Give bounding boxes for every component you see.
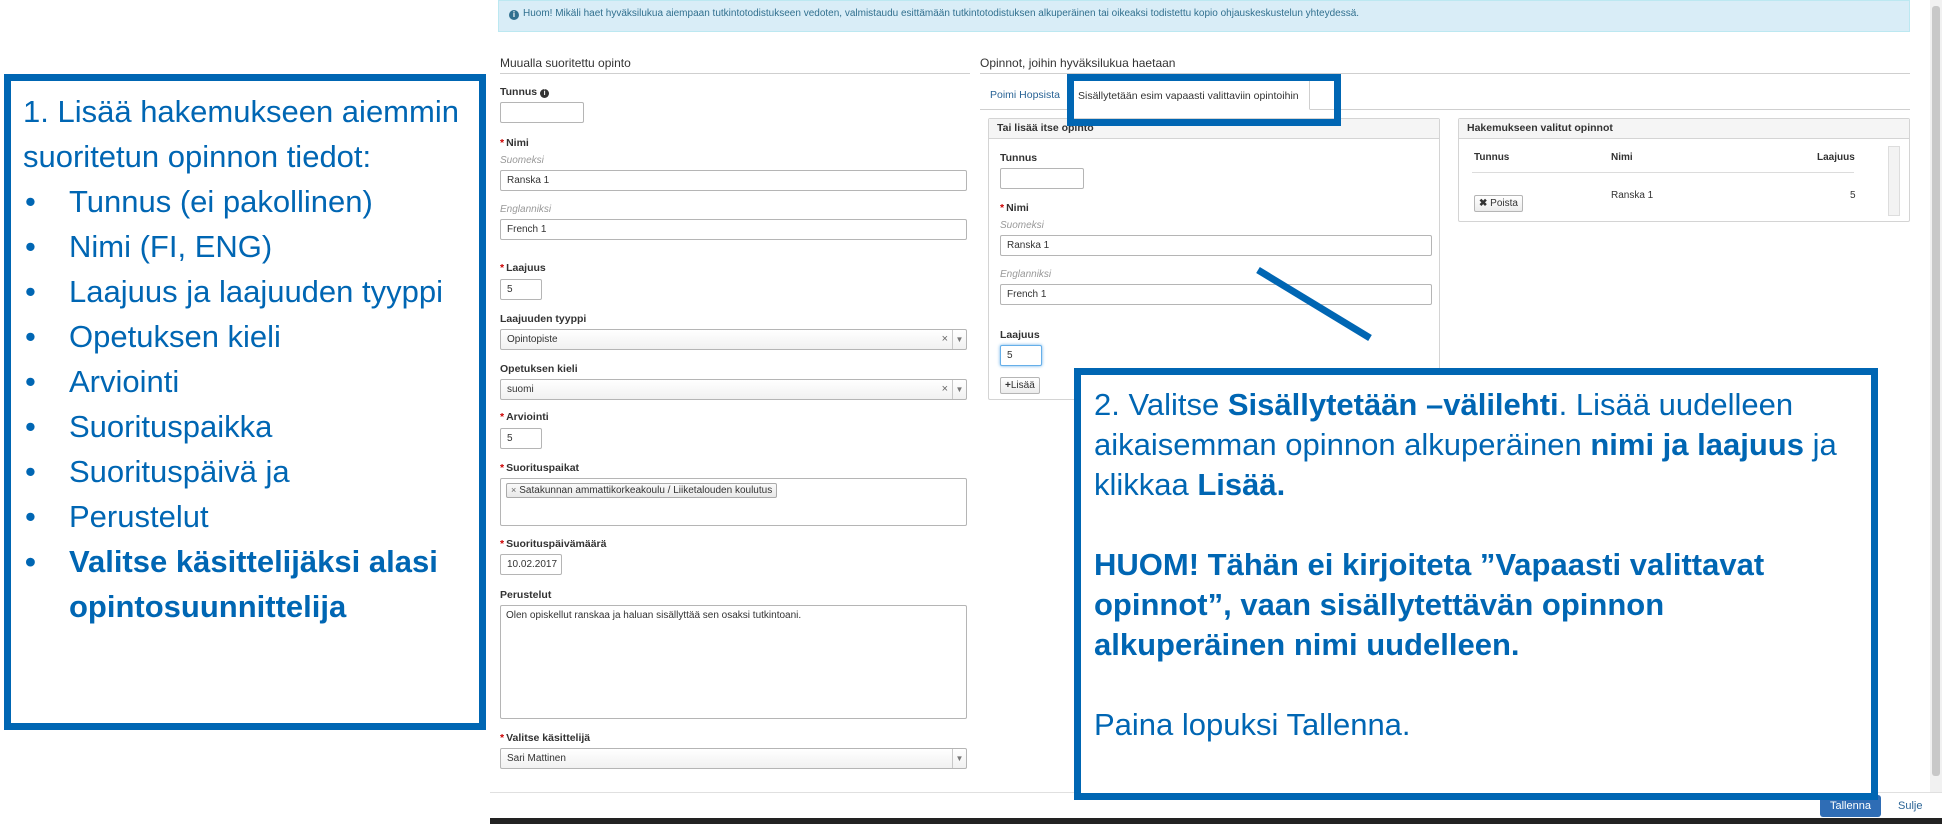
info-notice: i Huom! Mikäli haet hyväksilukua aiempaan…	[498, 0, 1910, 32]
instruction-callout-1: 1. Lisää hakemukseen aiemmin suoritetun …	[4, 74, 486, 730]
suorituspaivamaara-input[interactable]: 10.02.2017	[500, 554, 562, 575]
nimi-en-input[interactable]: French 1	[500, 219, 967, 240]
close-icon: ✖	[1479, 198, 1488, 209]
taskbar-strip	[490, 818, 1942, 824]
suorituspaikka-chip-label: Satakunnan ammattikorkeakoulu / Liiketal…	[519, 485, 773, 496]
opetuksen-kieli-value: suomi	[507, 384, 534, 395]
clear-icon[interactable]: ×	[942, 383, 948, 395]
remove-study-label: Poista	[1490, 198, 1518, 209]
add-study-button-label: Lisää	[1010, 380, 1035, 391]
own-suomeksi-label: Suomeksi	[1000, 220, 1044, 231]
nimi-label: * Nimi	[500, 137, 529, 149]
own-study-panel: Tai lisää itse opinto	[988, 118, 1440, 400]
tab-highlight-frame	[1067, 74, 1341, 126]
list-item: Nimi (FI, ENG)	[23, 224, 467, 269]
callout2-warning: HUOM! Tähän ei kirjoiteta ”Vapaasti vali…	[1094, 547, 1765, 662]
chevron-down-icon[interactable]: ▼	[952, 330, 966, 349]
kasittelija-label: * Valitse käsittelijä	[500, 732, 591, 744]
column-header-laajuus: Laajuus	[1817, 152, 1855, 163]
own-laajuus-label: Laajuus	[1000, 329, 1040, 341]
callout2-step: 2. Valitse Sisällytetään –välilehti. Lis…	[1094, 387, 1837, 502]
own-nimi-fi-input[interactable]: Ranska 1	[1000, 235, 1432, 256]
laajuuden-tyyppi-select[interactable]: Opintopiste × ▼	[500, 329, 967, 350]
clear-icon[interactable]: ×	[942, 333, 948, 345]
suorituspaikka-chip: × Satakunnan ammattikorkeakoulu / Liiketa…	[506, 483, 778, 498]
list-item: Laajuus ja laajuuden tyyppi	[23, 269, 467, 314]
laajuuden-tyyppi-label: Laajuuden tyyppi	[500, 313, 587, 325]
tunnus-label: Tunnus i	[500, 86, 550, 98]
chevron-down-icon[interactable]: ▼	[952, 749, 966, 768]
instruction-callout-2: 2. Valitse Sisällytetään –välilehti. Lis…	[1074, 368, 1878, 800]
laajuus-label: * Laajuus	[500, 262, 546, 274]
list-item: Suorituspaikka	[23, 404, 467, 449]
suorituspaikat-label: * Suorituspaikat	[500, 462, 580, 474]
laajuus-input[interactable]: 5	[500, 279, 542, 300]
list-item: Perustelut	[23, 494, 467, 539]
callout2-final: Paina lopuksi Tallenna.	[1094, 707, 1411, 742]
list-item: Tunnus (ei pakollinen)	[23, 179, 467, 224]
selected-studies-panel-title: Hakemukseen valitut opinnot	[1459, 119, 1909, 139]
row-nimi: Ranska 1	[1611, 190, 1654, 201]
arviointi-label: * Arviointi	[500, 411, 549, 423]
table-header-divider	[1472, 172, 1854, 173]
list-item: Suorituspäivä ja	[23, 449, 467, 494]
callout1-list: Tunnus (ei pakollinen) Nimi (FI, ENG) La…	[23, 179, 467, 629]
own-nimi-en-input[interactable]: French 1	[1000, 284, 1432, 305]
own-laajuus-input[interactable]: 5	[1000, 345, 1042, 366]
info-icon: i	[540, 89, 550, 98]
chevron-down-icon[interactable]: ▼	[952, 380, 966, 399]
own-englanniksi-label: Englanniksi	[1000, 269, 1052, 280]
list-item: Arviointi	[23, 359, 467, 404]
list-item: Opetuksen kieli	[23, 314, 467, 359]
add-study-button[interactable]: +Lisää	[1000, 377, 1040, 394]
list-item-emphasis: Valitse käsittelijäksi alasi opintosuunn…	[23, 539, 467, 629]
row-laajuus: 5	[1850, 190, 1856, 201]
opetuksen-kieli-label: Opetuksen kieli	[500, 363, 578, 375]
scrollbar-thumb[interactable]	[1932, 6, 1940, 776]
info-circle-icon: i	[509, 10, 519, 20]
opetuksen-kieli-select[interactable]: suomi × ▼	[500, 379, 967, 400]
left-section-title: Muualla suoritettu opinto	[500, 56, 970, 74]
suorituspaivamaara-label: * Suorituspäivämäärä	[500, 538, 607, 550]
column-header-tunnus: Tunnus	[1474, 152, 1510, 163]
kasittelija-value: Sari Mattinen	[507, 753, 566, 764]
nimi-fi-input[interactable]: Ranska 1	[500, 170, 967, 191]
column-header-nimi: Nimi	[1611, 152, 1633, 163]
perustelut-label: Perustelut	[500, 589, 552, 601]
selected-studies-panel: Hakemukseen valitut opinnot	[1458, 118, 1910, 222]
remove-chip-icon[interactable]: ×	[511, 485, 516, 495]
arviointi-input[interactable]: 5	[500, 428, 542, 449]
laajuuden-tyyppi-value: Opintopiste	[507, 334, 558, 345]
perustelut-textarea[interactable]: Olen opiskellut ranskaa ja haluan sisäll…	[500, 605, 967, 719]
kasittelija-select[interactable]: Sari Mattinen ▼	[500, 748, 967, 769]
close-button[interactable]: Sulje	[1898, 800, 1922, 812]
tunnus-input[interactable]	[500, 102, 584, 123]
remove-study-button[interactable]: ✖ Poista	[1474, 195, 1523, 212]
own-tunnus-input[interactable]	[1000, 168, 1084, 189]
right-section-title: Opinnot, joihin hyväksilukua haetaan	[980, 56, 1910, 74]
callout1-intro: 1. Lisää hakemukseen aiemmin suoritetun …	[23, 94, 459, 174]
tab-poimi-hopsista[interactable]: Poimi Hopsista	[980, 80, 1070, 110]
table-scrollbar[interactable]	[1888, 146, 1900, 216]
vertical-scrollbar[interactable]	[1930, 0, 1942, 792]
suorituspaikat-multiselect[interactable]: × Satakunnan ammattikorkeakoulu / Liiketa…	[500, 478, 967, 526]
own-nimi-label: * Nimi	[1000, 202, 1029, 214]
englanniksi-label: Englanniksi	[500, 204, 552, 215]
notice-text: Huom! Mikäli haet hyväksilukua aiempaan …	[523, 8, 1360, 19]
own-tunnus-label: Tunnus	[1000, 152, 1038, 164]
suomeksi-label: Suomeksi	[500, 155, 544, 166]
